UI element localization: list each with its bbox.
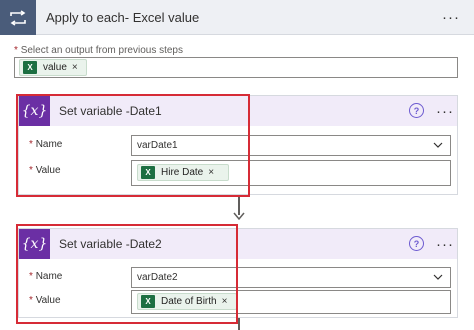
select-output-label: * Select an output from previous steps [14, 45, 183, 56]
token-label: value [43, 62, 67, 73]
more-options-icon[interactable]: ··· [436, 237, 454, 252]
more-options-icon[interactable]: ··· [442, 10, 460, 25]
arrow-down-icon [233, 212, 245, 221]
loop-icon [0, 0, 36, 35]
chevron-down-icon [433, 142, 443, 148]
select-output-field[interactable]: X value × [14, 57, 458, 78]
highlight-box [16, 224, 238, 324]
value-token[interactable]: X value × [19, 59, 87, 76]
apply-to-each-header[interactable]: Apply to each- Excel value ··· [0, 0, 474, 35]
help-icon[interactable]: ? [409, 103, 424, 118]
required-marker: * [14, 45, 18, 56]
excel-icon: X [23, 61, 37, 74]
highlight-box [16, 94, 250, 197]
remove-token-icon[interactable]: × [72, 62, 78, 73]
connector-line [238, 318, 240, 330]
help-icon[interactable]: ? [409, 236, 424, 251]
loop-title: Apply to each- Excel value [46, 10, 200, 25]
chevron-down-icon [433, 274, 443, 280]
more-options-icon[interactable]: ··· [436, 104, 454, 119]
